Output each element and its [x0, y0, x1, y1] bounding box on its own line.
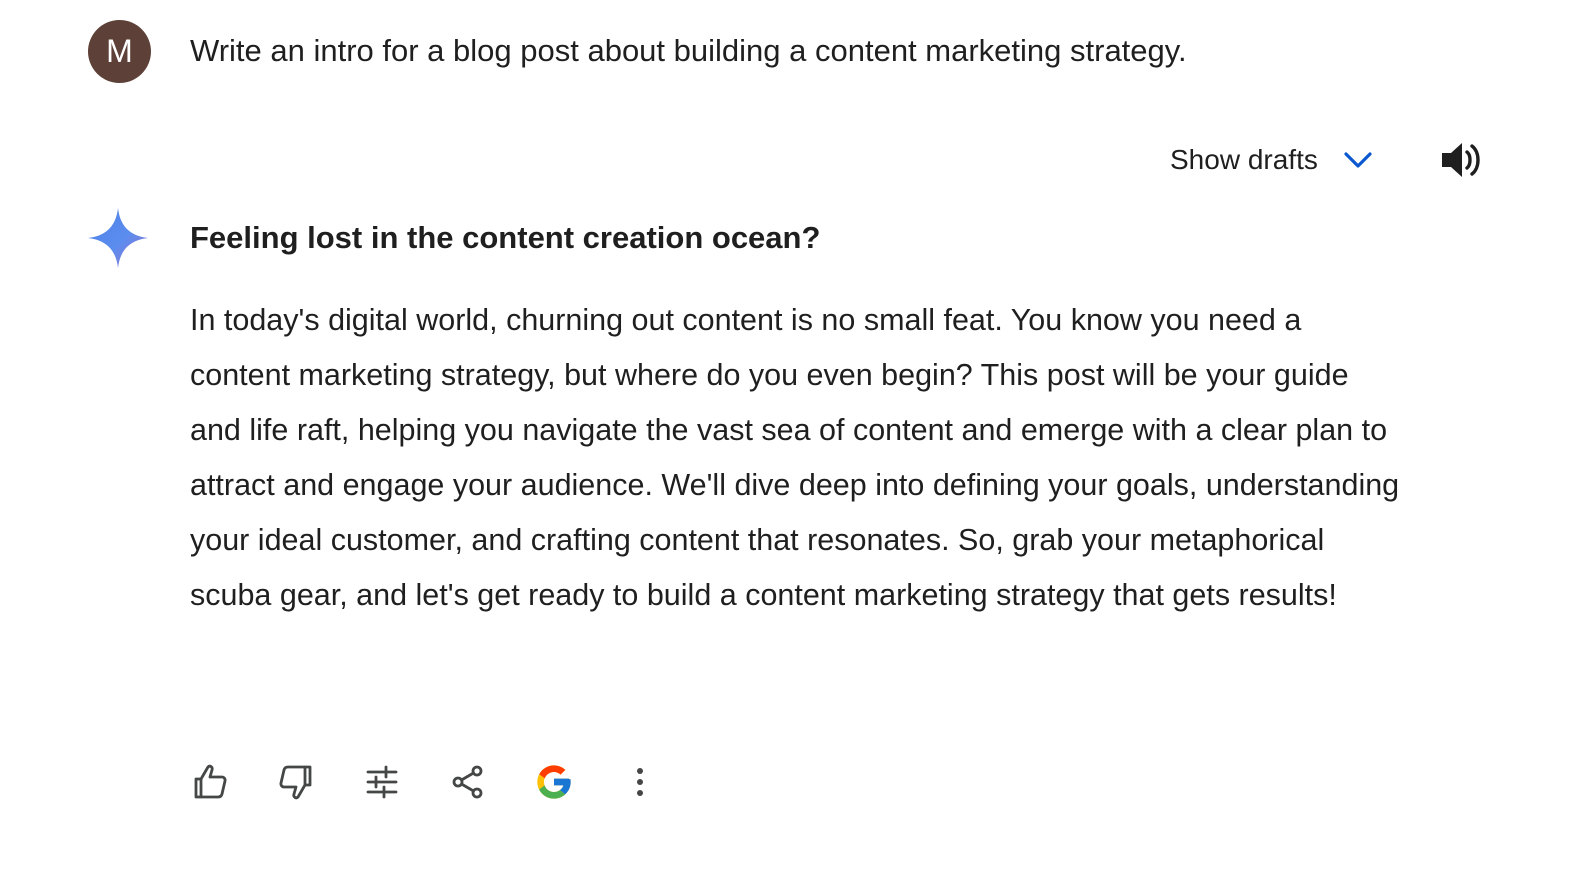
show-drafts-button[interactable]: Show drafts: [1170, 132, 1374, 188]
user-avatar: M: [88, 20, 151, 83]
chevron-down-icon: [1342, 144, 1374, 176]
show-drafts-label: Show drafts: [1170, 144, 1318, 175]
google-g-icon[interactable]: [530, 758, 578, 806]
thumbs-up-icon[interactable]: [186, 758, 234, 806]
tune-icon[interactable]: [358, 758, 406, 806]
response-body: In today's digital world, churning out c…: [190, 303, 1400, 612]
avatar-initial: M: [106, 33, 133, 69]
response-actions: [186, 756, 702, 808]
gemini-spark-icon: [86, 206, 150, 270]
user-prompt: Write an intro for a blog post about bui…: [190, 33, 1187, 68]
thumbs-down-icon[interactable]: [272, 758, 320, 806]
response-title: Feeling lost in the content creation oce…: [190, 220, 821, 255]
speaker-icon[interactable]: [1438, 137, 1484, 183]
share-icon[interactable]: [444, 758, 492, 806]
more-vert-icon[interactable]: [616, 758, 664, 806]
